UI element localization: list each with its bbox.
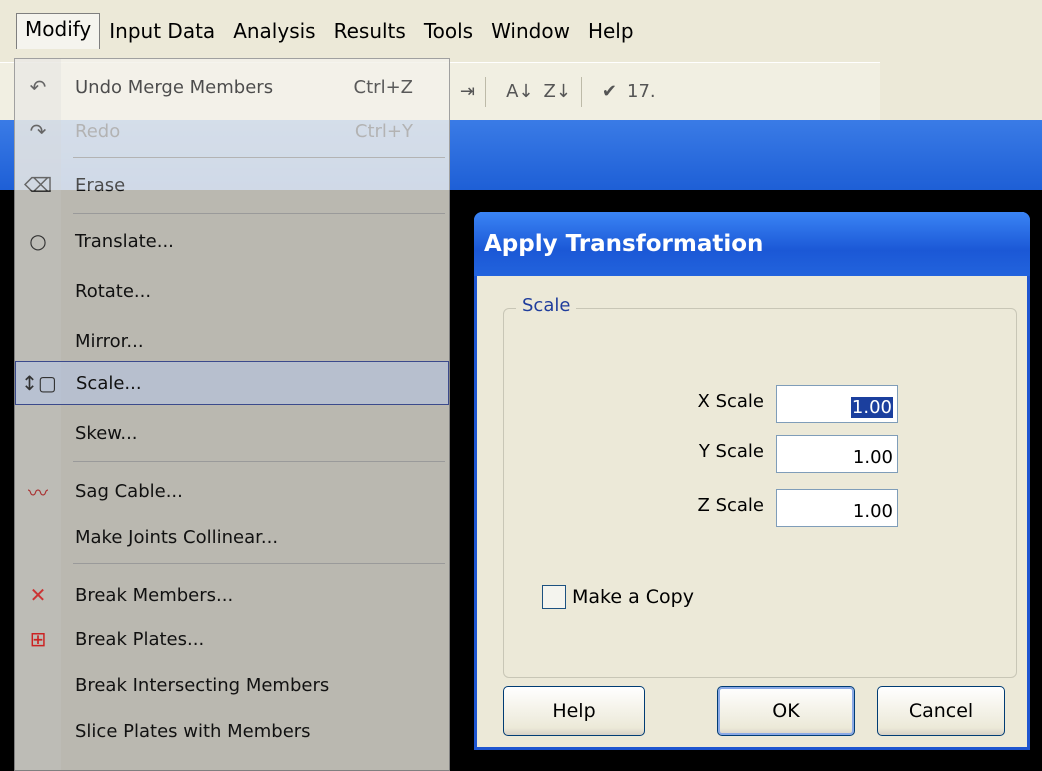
menu-item-shortcut: Ctrl+Y <box>354 120 413 142</box>
make-copy-checkbox[interactable] <box>542 585 566 609</box>
menu-bar: Modify Input Data Analysis Results Tools… <box>0 0 1042 62</box>
x-scale-row: X Scale 1.00 <box>504 385 1018 425</box>
menu-item-label: Break Plates... <box>75 628 205 650</box>
menu-item-skew[interactable]: Skew... <box>15 411 449 455</box>
ok-button[interactable]: OK <box>717 686 855 736</box>
eraser-icon: ⌫ <box>23 173 53 197</box>
menu-item-label: Skew... <box>75 422 138 444</box>
z-scale-label: Z Scale <box>697 495 764 516</box>
translate-icon: ○ <box>29 229 47 253</box>
x-scale-input[interactable]: 1.00 <box>776 385 898 423</box>
menu-window[interactable]: Window <box>482 15 579 47</box>
cancel-button[interactable]: Cancel <box>877 686 1005 736</box>
dialog-title[interactable]: Apply Transformation <box>474 212 1030 276</box>
cable-icon: 〰 <box>28 480 48 505</box>
menu-item-erase[interactable]: ⌫ Erase <box>15 163 449 207</box>
menu-analysis[interactable]: Analysis <box>224 15 324 47</box>
scale-groupbox: Scale X Scale 1.00 Y Scale 1.00 Z Scale … <box>503 295 1018 678</box>
menu-item-rotate[interactable]: Rotate... <box>15 269 449 313</box>
menu-item-scale[interactable]: ↕▢ Scale... <box>15 361 449 405</box>
toolbar-separator <box>580 76 582 107</box>
z-scale-input[interactable]: 1.00 <box>776 489 898 527</box>
menu-separator <box>73 563 445 564</box>
menu-item-undo[interactable]: ↶ Undo Merge Members Ctrl+Z <box>15 65 449 109</box>
menu-modify[interactable]: Modify <box>16 13 101 49</box>
menu-results[interactable]: Results <box>325 15 415 47</box>
break-plates-icon: ⊞ <box>29 627 47 651</box>
y-scale-value: 1.00 <box>852 447 893 468</box>
align-icon[interactable]: ⇥ <box>460 81 475 102</box>
menu-item-shortcut: Ctrl+Z <box>353 76 413 98</box>
z-scale-value: 1.00 <box>852 501 893 522</box>
menu-item-make-joints-collinear[interactable]: Make Joints Collinear... <box>15 515 449 559</box>
sort-ascending-icon[interactable]: A↓ <box>506 81 533 102</box>
menu-item-label: Break Members... <box>75 584 234 606</box>
menu-item-label: Sag Cable... <box>75 480 183 502</box>
group-label: Scale <box>516 295 577 316</box>
menu-input-data[interactable]: Input Data <box>100 15 224 47</box>
redo-icon: ↷ <box>29 119 47 143</box>
z-scale-row: Z Scale 1.00 <box>504 489 1018 529</box>
menu-item-label: Mirror... <box>75 330 144 352</box>
modify-dropdown-menu: ↶ Undo Merge Members Ctrl+Z ↷ Redo Ctrl+… <box>14 58 450 771</box>
menu-item-sag-cable[interactable]: 〰 Sag Cable... <box>15 469 449 513</box>
menu-separator <box>73 157 445 158</box>
menu-item-label: Make Joints Collinear... <box>75 526 279 548</box>
y-scale-row: Y Scale 1.00 <box>504 435 1018 475</box>
make-copy-row[interactable]: Make a Copy <box>542 585 694 609</box>
menu-tools[interactable]: Tools <box>415 15 482 47</box>
menu-item-label: Scale... <box>76 372 142 394</box>
menu-item-break-intersecting-members[interactable]: Break Intersecting Members <box>15 663 449 707</box>
toolbar-separator <box>485 76 487 107</box>
menu-item-break-plates[interactable]: ⊞ Break Plates... <box>15 617 449 661</box>
x-scale-value: 1.00 <box>850 397 893 418</box>
menu-item-label: Slice Plates with Members <box>75 720 311 742</box>
x-scale-label: X Scale <box>697 391 764 412</box>
sort-descending-icon[interactable]: Z↓ <box>544 81 571 102</box>
menu-item-mirror[interactable]: Mirror... <box>15 319 449 363</box>
help-button[interactable]: Help <box>503 686 645 736</box>
menu-item-label: Redo <box>75 120 121 142</box>
menu-separator <box>73 461 445 462</box>
apply-transformation-dialog: Apply Transformation Scale X Scale 1.00 … <box>474 212 1030 750</box>
scale-icon: ↕▢ <box>21 371 57 395</box>
menu-item-translate[interactable]: ○ Translate... <box>15 219 449 263</box>
menu-separator <box>73 213 445 214</box>
menu-help[interactable]: Help <box>579 15 643 47</box>
menu-item-label: Undo Merge Members <box>75 76 274 98</box>
zoom-value: 17. <box>627 81 656 102</box>
checkmark-icon[interactable]: ✔ <box>602 81 617 102</box>
menu-item-label: Erase <box>75 174 126 196</box>
menu-item-redo: ↷ Redo Ctrl+Y <box>15 109 449 153</box>
y-scale-input[interactable]: 1.00 <box>776 435 898 473</box>
menu-item-label: Rotate... <box>75 280 152 302</box>
break-members-icon: ✕ <box>29 583 47 607</box>
menu-item-break-members[interactable]: ✕ Break Members... <box>15 573 449 617</box>
menu-item-label: Translate... <box>75 230 174 252</box>
menu-item-slice-plates[interactable]: Slice Plates with Members <box>15 709 449 753</box>
undo-icon: ↶ <box>29 75 47 99</box>
y-scale-label: Y Scale <box>698 441 764 462</box>
menu-item-label: Break Intersecting Members <box>75 674 330 696</box>
make-copy-label: Make a Copy <box>572 586 694 608</box>
